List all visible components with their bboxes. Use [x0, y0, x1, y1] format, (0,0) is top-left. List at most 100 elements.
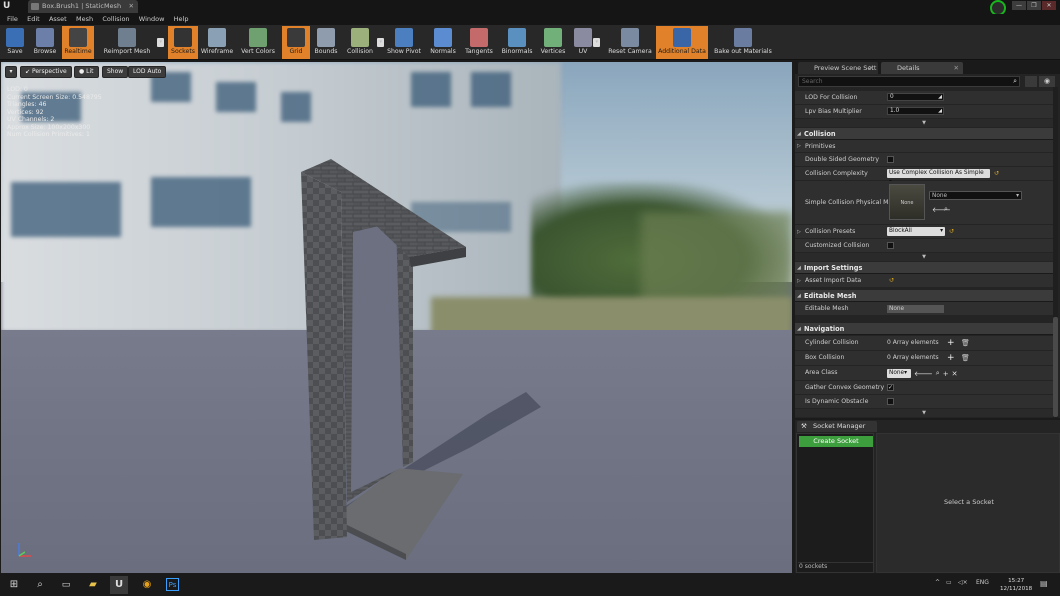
primitives-row[interactable]: ▷ Primitives [795, 140, 1053, 153]
minimize-button[interactable]: — [1012, 1, 1026, 10]
toolbar-realtime-button[interactable]: Realtime [62, 26, 94, 59]
menu-file[interactable]: File [7, 14, 18, 25]
toolbar-reset-camera-button[interactable]: Reset Camera [608, 26, 652, 59]
expand-arrow-icon[interactable]: ▷ [797, 274, 801, 288]
collision-section[interactable]: ◢ Collision [795, 128, 1053, 140]
toolbar-bounds-button[interactable]: Bounds [312, 26, 340, 59]
toolbar-normals-button[interactable]: Normals [428, 26, 458, 59]
dropdown-arrow-icon[interactable]: ▾ [593, 38, 600, 47]
lit-button[interactable]: ● Lit [74, 66, 99, 78]
toolbar-vert-colors-button[interactable]: Vert Colors [236, 26, 280, 59]
volume-icon[interactable]: ◁× [958, 579, 968, 586]
toolbar-save-button[interactable]: Save [3, 26, 27, 59]
menu-asset[interactable]: Asset [49, 14, 67, 25]
search-icon[interactable]: ⌕ [31, 576, 49, 594]
trash-icon[interactable]: 🗑 [961, 351, 970, 365]
navigation-advanced-expander[interactable]: ▼ [795, 409, 1053, 417]
close-window-button[interactable]: ✕ [1042, 1, 1056, 10]
expand-arrow-icon[interactable]: ▷ [797, 225, 801, 239]
close-tab-icon[interactable]: ✕ [129, 0, 134, 13]
language-indicator[interactable]: ENG [976, 579, 989, 586]
menu-help[interactable]: Help [174, 14, 189, 25]
maximize-button[interactable]: ❐ [1027, 1, 1041, 10]
toolbar-sockets-button[interactable]: Sockets [168, 26, 198, 59]
physical-material-dropdown[interactable]: None ▾ [929, 191, 1022, 200]
spinner-icon[interactable]: ◢ [938, 108, 942, 114]
editable-mesh-field[interactable]: None [887, 305, 944, 313]
reset-default-icon[interactable]: ↺ [889, 277, 894, 284]
tab-details[interactable]: Details ✕ [881, 62, 963, 74]
document-tab[interactable]: Box.Brush1 | StaticMesh ✕ [28, 0, 138, 13]
toolbar-grid-button[interactable]: Grid [282, 26, 310, 59]
trash-icon[interactable]: 🗑 [961, 336, 970, 350]
tab-preview-scene-settings[interactable]: Preview Scene Sett ✕ [798, 62, 878, 74]
browse-magnifier-icon[interactable]: ⌕ [936, 369, 940, 378]
area-class-dropdown[interactable]: None▾ [887, 369, 911, 378]
customized-collision-checkbox[interactable] [887, 242, 894, 249]
view-options-eye-icon[interactable]: ◉ [1039, 76, 1055, 87]
create-socket-button[interactable]: Create Socket [799, 436, 873, 447]
socket-list[interactable]: Create Socket 0 sockets [796, 433, 874, 573]
double-sided-checkbox[interactable] [887, 156, 894, 163]
menu-collision[interactable]: Collision [102, 14, 129, 25]
task-view-icon[interactable]: ▭ [57, 576, 75, 594]
reset-default-icon[interactable]: ↺ [949, 228, 954, 235]
scrollbar-thumb[interactable] [1053, 317, 1058, 417]
toolbar-wireframe-button[interactable]: Wireframe [200, 26, 234, 59]
details-scrollbar[interactable] [1053, 87, 1058, 418]
windows-start-icon[interactable]: ⊞ [5, 576, 23, 594]
clock[interactable]: 15:27 12/11/2018 [1000, 577, 1032, 593]
viewport[interactable]: ▾ ↙ Perspective ● Lit Show LOD Auto LOD:… [1, 62, 792, 573]
toolbar-reimport-mesh-button[interactable]: Reimport Mesh ▾ [96, 26, 164, 59]
toolbar-show-pivot-button[interactable]: Show Pivot [384, 26, 424, 59]
perspective-button[interactable]: ↙ Perspective [20, 66, 72, 78]
physical-material-thumbnail[interactable]: None [889, 184, 925, 220]
toolbar-collision-button[interactable]: Collision ▾ [342, 26, 384, 59]
collision-presets-dropdown[interactable]: BlockAll ▾ [887, 227, 945, 236]
toolbar-uv-button[interactable]: UV ▾ [572, 26, 600, 59]
advanced-expander[interactable]: ▼ [795, 119, 1053, 127]
toolbar-tangents-button[interactable]: Tangents [462, 26, 496, 59]
close-tab-icon[interactable]: ✕ [954, 62, 959, 74]
toolbar-bake-out-materials-button[interactable]: Bake out Materials [710, 26, 776, 59]
use-selected-arrow-icon[interactable]: 🡐 [914, 369, 933, 378]
import-settings-section[interactable]: ◢ Import Settings [795, 262, 1053, 274]
notifications-icon[interactable]: ▤ [1040, 579, 1048, 588]
editable-mesh-section[interactable]: ◢ Editable Mesh [795, 290, 1053, 302]
navigation-section[interactable]: ◢ Navigation [795, 323, 1053, 335]
lpv-bias-field[interactable]: 1.0 ◢ [887, 107, 944, 115]
tray-chevron-icon[interactable]: ^ [935, 579, 940, 586]
viewport-options-button[interactable]: ▾ [5, 66, 17, 78]
tab-socket-manager[interactable]: ⚒ Socket Manager [797, 421, 877, 432]
lod-for-collision-field[interactable]: 0 ◢ [887, 93, 944, 101]
file-explorer-icon[interactable]: ▰ [84, 576, 102, 594]
lod-auto-button[interactable]: LOD Auto [128, 66, 167, 78]
show-button[interactable]: Show [102, 66, 129, 78]
property-matrix-icon[interactable] [1025, 76, 1037, 87]
unreal-engine-taskbar-icon[interactable]: U [110, 576, 128, 594]
toolbar-additional-data-button[interactable]: Additional Data [656, 26, 708, 59]
browse-magnifier-icon[interactable]: ⌕ [944, 205, 948, 214]
collision-complexity-dropdown[interactable]: Use Complex Collision As Simple ▾ [887, 169, 990, 185]
toolbar-vertices-button[interactable]: Vertices [538, 26, 568, 59]
menu-mesh[interactable]: Mesh [76, 14, 93, 25]
menu-edit[interactable]: Edit [27, 14, 40, 25]
toolbar-browse-button[interactable]: Browse [30, 26, 60, 59]
menu-window[interactable]: Window [139, 14, 165, 25]
toolbar-binormals-button[interactable]: Binormals [498, 26, 536, 59]
network-icon[interactable]: ▭ [946, 579, 952, 586]
add-element-icon[interactable]: + [947, 351, 955, 365]
add-icon[interactable]: + [943, 370, 949, 378]
photoshop-icon[interactable]: Ps [166, 578, 179, 591]
spinner-icon[interactable]: ◢ [938, 94, 942, 100]
dropdown-arrow-icon[interactable]: ▾ [157, 38, 164, 47]
chrome-icon[interactable]: ◉ [138, 576, 156, 594]
collision-advanced-expander[interactable]: ▼ [795, 253, 1053, 261]
add-element-icon[interactable]: + [947, 336, 955, 350]
dynamic-obstacle-checkbox[interactable] [887, 398, 894, 405]
details-search-input[interactable]: Search ⌕ [798, 76, 1020, 87]
clear-x-icon[interactable]: ✕ [952, 370, 958, 378]
reset-default-icon[interactable]: ↺ [994, 170, 999, 177]
gather-convex-checkbox[interactable]: ✓ [887, 384, 894, 391]
close-tab-icon[interactable]: ✕ [869, 62, 874, 74]
